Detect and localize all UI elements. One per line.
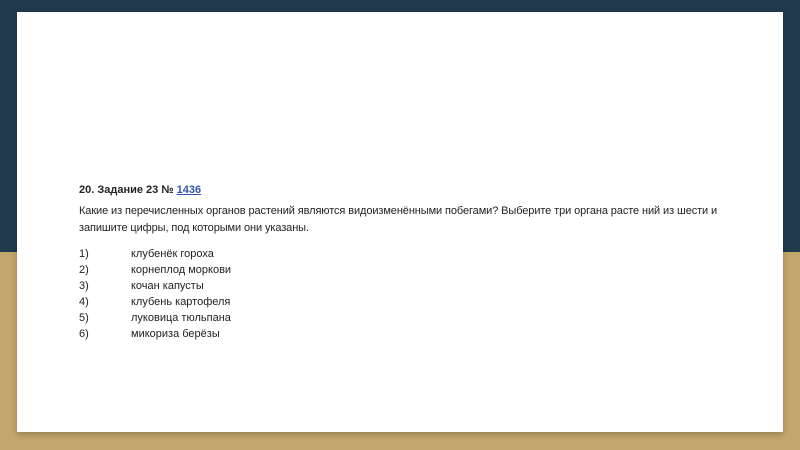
option-text: кочан капусты	[131, 280, 204, 292]
task-heading-label: 20. Задание 23 №	[79, 184, 177, 196]
option-number: 2)	[79, 264, 89, 276]
option-text: луковица тюльпана	[131, 312, 231, 324]
option-number: 3)	[79, 280, 89, 292]
task-question: Какие из перечисленных органов растений …	[79, 205, 718, 234]
answer-option: 2) корнеплод моркови	[79, 262, 719, 278]
option-text: микориза берёзы	[131, 328, 220, 340]
answer-option: 6) микориза берёзы	[79, 326, 719, 342]
slide-page: 20. Задание 23 № 1436 Какие из перечисле…	[17, 12, 783, 432]
option-number: 4)	[79, 296, 89, 308]
option-text: корнеплод моркови	[131, 264, 232, 276]
answer-option: 3) кочан капусты	[79, 278, 719, 294]
answer-options-list: 1) клубенёк гороха 2) корнеплод моркови …	[79, 246, 719, 342]
option-number: 1)	[79, 248, 89, 260]
option-number: 6)	[79, 328, 89, 340]
answer-option: 1) клубенёк гороха	[79, 246, 719, 262]
task-number-link[interactable]: 1436	[177, 184, 201, 196]
task-heading: 20. Задание 23 № 1436	[79, 182, 719, 199]
answer-option: 5) луковица тюльпана	[79, 310, 719, 326]
option-text: клубень картофеля	[131, 296, 231, 308]
answer-option: 4) клубень картофеля	[79, 294, 719, 310]
option-number: 5)	[79, 312, 89, 324]
option-text: клубенёк гороха	[131, 248, 214, 260]
task-block: 20. Задание 23 № 1436 Какие из перечисле…	[79, 182, 719, 342]
